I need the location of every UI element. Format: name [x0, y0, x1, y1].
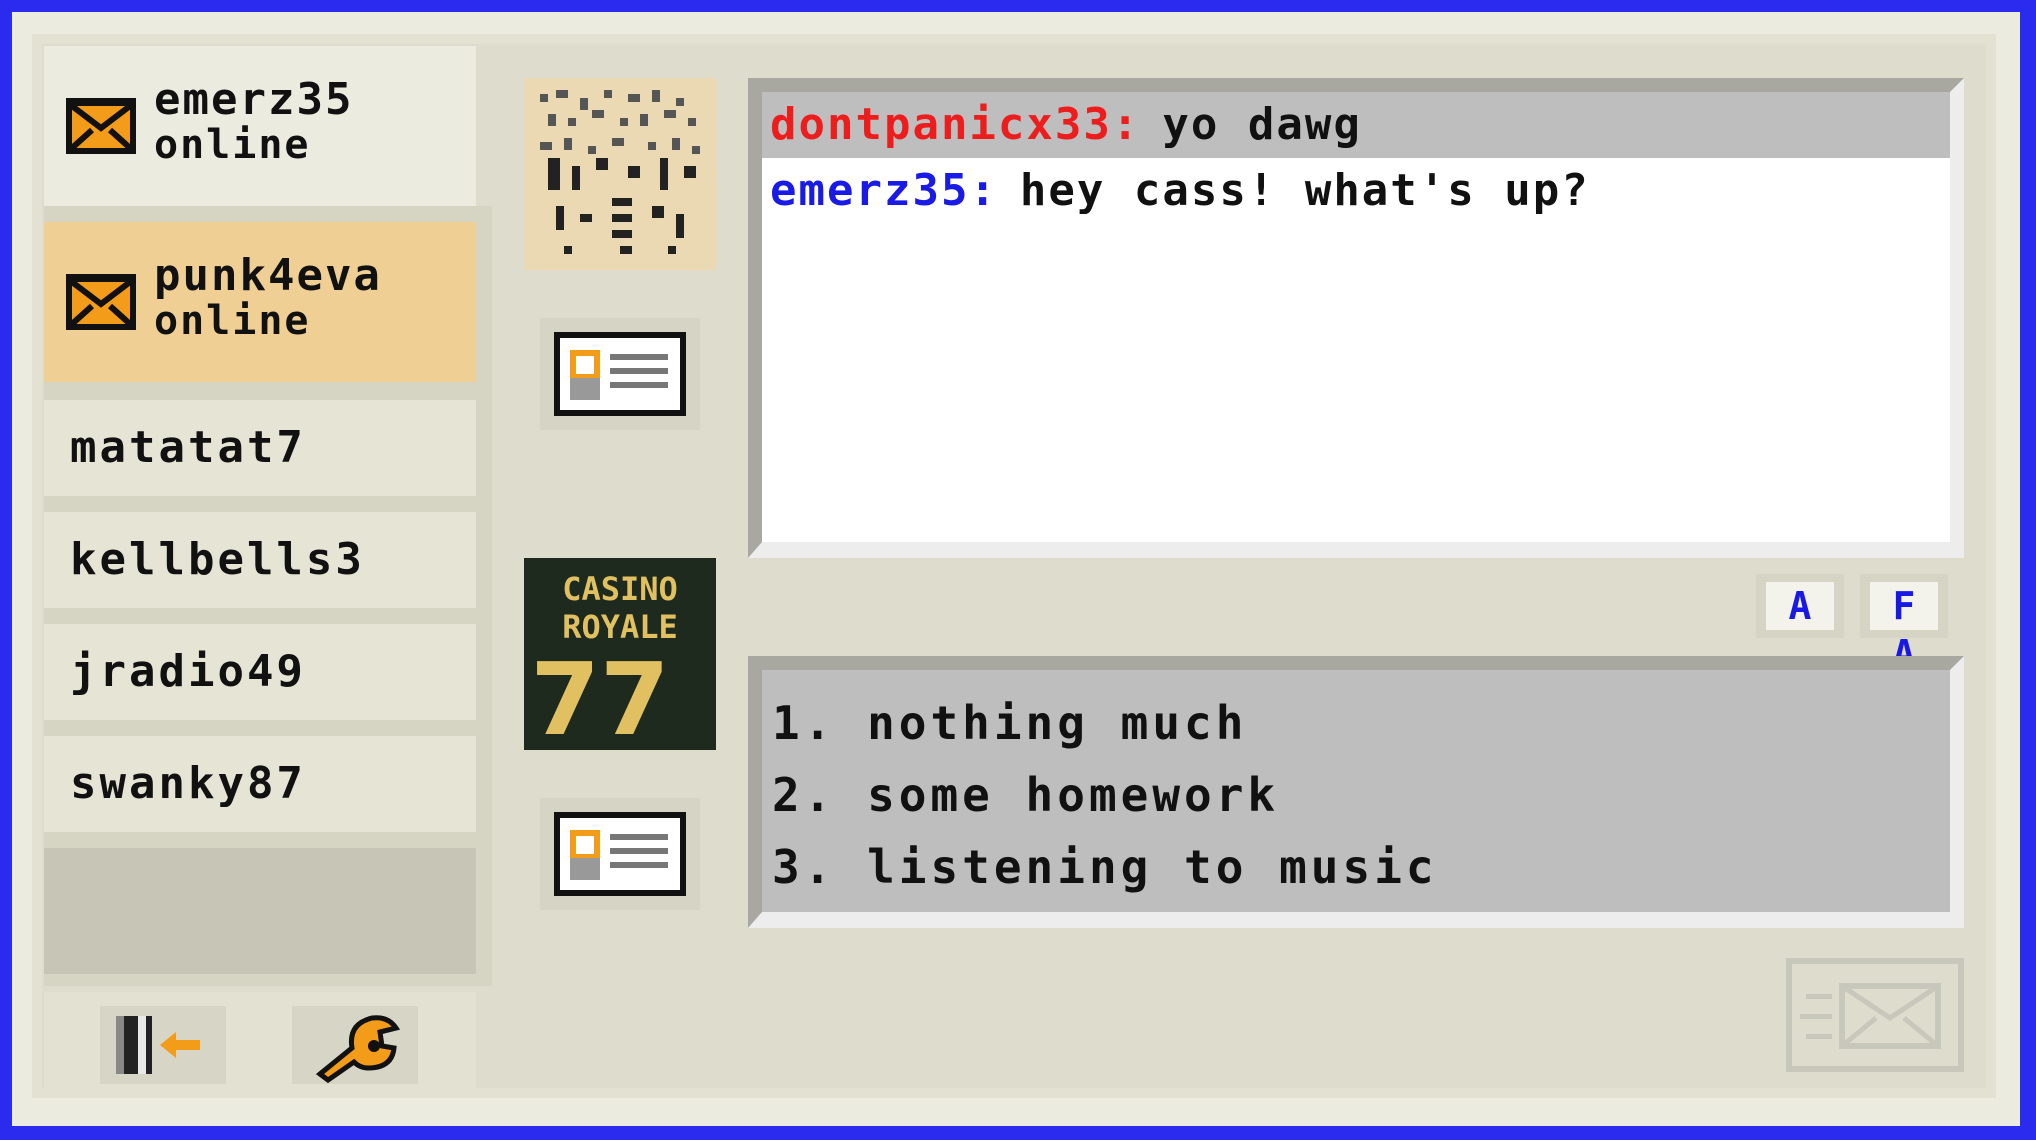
active-contact-status: online	[154, 298, 311, 344]
casino-royale-avatar: CASINO ROYALE 77	[524, 558, 716, 750]
chat-message-user: dontpanicx33:	[770, 99, 1141, 150]
font-icon: A	[1766, 582, 1834, 630]
reply-option[interactable]: 2. some homework	[772, 768, 1279, 822]
chat-message: emerz35: hey cass! what's up?	[762, 158, 1950, 224]
chat-message: dontpanicx33: yo dawg	[762, 92, 1950, 158]
font-size-icon: F A	[1870, 582, 1938, 676]
empty-contact-slot	[44, 848, 476, 974]
contact-item[interactable]: jradio49	[44, 624, 476, 720]
contact-item[interactable]: matatat7	[44, 400, 476, 496]
profile-card-button[interactable]	[540, 798, 700, 910]
mail-icon	[66, 98, 136, 154]
wrench-icon	[315, 1015, 401, 1084]
avatar-line: CASINO	[562, 570, 678, 608]
contact-item[interactable]: swanky87	[44, 736, 476, 832]
settings-button[interactable]	[292, 1006, 418, 1084]
send-button[interactable]	[1786, 958, 1964, 1072]
contact-item[interactable]: kellbells3	[44, 512, 476, 608]
chat-message-text: yo dawg	[1162, 99, 1362, 150]
current-user-card: emerz35 online	[44, 46, 476, 206]
send-envelope-icon	[1800, 983, 1941, 1049]
id-card-icon	[554, 332, 686, 416]
chat-messages: dontpanicx33: yo dawg emerz35: hey cass! wh…	[762, 92, 1950, 542]
id-card-icon	[554, 812, 686, 896]
reply-option[interactable]: 3. listening to music	[772, 840, 1438, 894]
chat-log[interactable]: dontpanicx33: yo dawg emerz35: hey cass! wh…	[748, 78, 1964, 558]
current-user-name: emerz35	[154, 74, 354, 125]
font-button[interactable]: A	[1756, 574, 1844, 638]
chat-message-text: hey cass! what's up?	[1019, 165, 1590, 216]
static-avatar	[524, 78, 716, 270]
reply-options: 1. nothing much 2. some homework 3. list…	[748, 656, 1964, 928]
mail-icon	[66, 274, 136, 330]
profile-card-button[interactable]	[540, 318, 700, 430]
active-contact-name: punk4eva	[154, 250, 382, 301]
chat-message-user: emerz35:	[770, 165, 998, 216]
font-size-button[interactable]: F A	[1860, 574, 1948, 676]
current-user-status: online	[154, 122, 311, 168]
logout-button[interactable]	[100, 1006, 226, 1084]
exit-door-icon	[116, 1016, 200, 1074]
active-contact-card[interactable]: punk4eva online	[44, 222, 476, 382]
avatar-line: 77	[530, 641, 669, 750]
reply-option[interactable]: 1. nothing much	[772, 696, 1247, 750]
